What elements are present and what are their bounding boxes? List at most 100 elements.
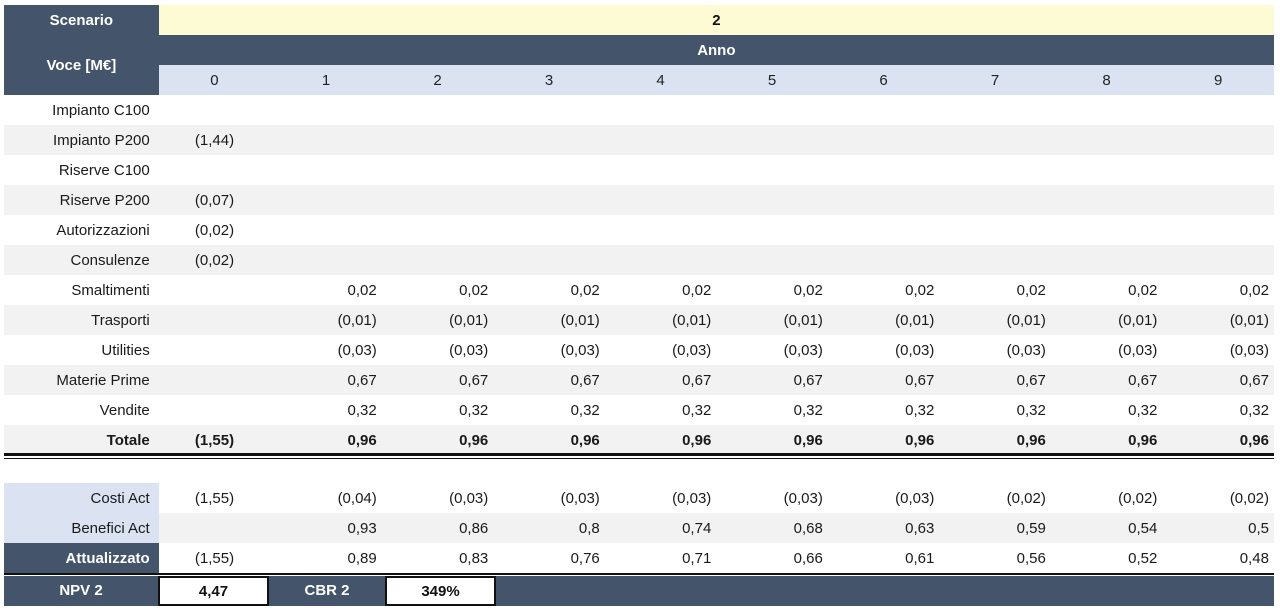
value-cell[interactable]: [270, 125, 382, 155]
value-cell[interactable]: 0,67: [381, 365, 494, 395]
value-cell[interactable]: [381, 95, 494, 125]
actualized-value-cell[interactable]: 0,63: [827, 513, 940, 543]
value-cell[interactable]: [939, 245, 1051, 275]
value-cell[interactable]: [827, 95, 940, 125]
value-cell[interactable]: (0,01): [270, 305, 382, 335]
value-cell[interactable]: [1162, 185, 1274, 215]
actualized-value-cell[interactable]: (0,02): [1050, 483, 1163, 513]
actualized-value-cell[interactable]: 0,86: [381, 513, 494, 543]
value-cell[interactable]: 0,02: [939, 275, 1051, 305]
value-cell[interactable]: (0,02): [158, 245, 271, 275]
value-cell[interactable]: [493, 155, 605, 185]
total-value-cell[interactable]: 0,96: [1162, 425, 1274, 455]
actualized-value-cell[interactable]: (0,03): [604, 483, 717, 513]
value-cell[interactable]: [493, 245, 605, 275]
value-cell[interactable]: 0,67: [493, 365, 605, 395]
actualized-value-cell[interactable]: (0,02): [939, 483, 1051, 513]
value-cell[interactable]: [716, 245, 828, 275]
value-cell[interactable]: [939, 215, 1051, 245]
value-cell[interactable]: [158, 275, 271, 305]
value-cell[interactable]: [939, 185, 1051, 215]
value-cell[interactable]: 0,02: [1050, 275, 1163, 305]
value-cell[interactable]: [827, 125, 940, 155]
total-value-cell[interactable]: (1,55): [158, 425, 271, 455]
value-cell[interactable]: [604, 215, 717, 245]
value-cell[interactable]: (0,01): [939, 305, 1051, 335]
value-cell[interactable]: [604, 155, 717, 185]
value-cell[interactable]: [158, 395, 271, 425]
value-cell[interactable]: [158, 365, 271, 395]
actualized-value-cell[interactable]: 0,5: [1162, 513, 1274, 543]
value-cell[interactable]: (0,01): [493, 305, 605, 335]
actualized-value-cell[interactable]: (0,03): [381, 483, 494, 513]
value-cell[interactable]: (0,01): [827, 305, 940, 335]
value-cell[interactable]: [716, 95, 828, 125]
value-cell[interactable]: 0,32: [716, 395, 828, 425]
value-cell[interactable]: [381, 215, 494, 245]
actualized-value-cell[interactable]: (0,02): [1162, 483, 1274, 513]
value-cell[interactable]: 0,02: [493, 275, 605, 305]
value-cell[interactable]: [827, 245, 940, 275]
value-cell[interactable]: (0,03): [604, 335, 717, 365]
value-cell[interactable]: [158, 95, 271, 125]
value-cell[interactable]: 0,02: [381, 275, 494, 305]
actualized-value-cell[interactable]: 0,74: [604, 513, 717, 543]
value-cell[interactable]: 0,02: [1162, 275, 1274, 305]
value-cell[interactable]: [270, 215, 382, 245]
actualized-value-cell[interactable]: (0,04): [270, 483, 382, 513]
value-cell[interactable]: [1162, 215, 1274, 245]
actualized-value-cell[interactable]: 0,93: [270, 513, 382, 543]
value-cell[interactable]: 0,02: [716, 275, 828, 305]
value-cell[interactable]: [381, 125, 494, 155]
value-cell[interactable]: 0,02: [270, 275, 382, 305]
value-cell[interactable]: 0,67: [716, 365, 828, 395]
value-cell[interactable]: [716, 155, 828, 185]
value-cell[interactable]: (1,44): [158, 125, 271, 155]
value-cell[interactable]: (0,03): [1162, 335, 1274, 365]
value-cell[interactable]: 0,32: [1162, 395, 1274, 425]
actualized-value-cell[interactable]: 0,59: [939, 513, 1051, 543]
actualized-value-cell[interactable]: (0,03): [493, 483, 605, 513]
value-cell[interactable]: [493, 125, 605, 155]
value-cell[interactable]: [604, 185, 717, 215]
attualizzato-value-cell[interactable]: 0,52: [1050, 543, 1163, 573]
value-cell[interactable]: [716, 185, 828, 215]
value-cell[interactable]: [827, 155, 940, 185]
value-cell[interactable]: [1162, 245, 1274, 275]
attualizzato-value-cell[interactable]: (1,55): [158, 543, 271, 573]
total-value-cell[interactable]: 0,96: [381, 425, 494, 455]
scenario-value[interactable]: 2: [158, 5, 1274, 35]
attualizzato-value-cell[interactable]: 0,76: [493, 543, 605, 573]
actualized-value-cell[interactable]: (0,03): [827, 483, 940, 513]
value-cell[interactable]: 0,67: [604, 365, 717, 395]
attualizzato-value-cell[interactable]: 0,83: [381, 543, 494, 573]
total-value-cell[interactable]: 0,96: [270, 425, 382, 455]
npv-value-cell[interactable]: 4,47: [158, 576, 269, 606]
value-cell[interactable]: 0,32: [1050, 395, 1163, 425]
value-cell[interactable]: 0,67: [1162, 365, 1274, 395]
total-value-cell[interactable]: 0,96: [604, 425, 717, 455]
value-cell[interactable]: (0,01): [604, 305, 717, 335]
value-cell[interactable]: [493, 185, 605, 215]
total-value-cell[interactable]: 0,96: [827, 425, 940, 455]
value-cell[interactable]: [1050, 215, 1163, 245]
value-cell[interactable]: (0,03): [827, 335, 940, 365]
value-cell[interactable]: [604, 245, 717, 275]
value-cell[interactable]: [1162, 95, 1274, 125]
value-cell[interactable]: [716, 215, 828, 245]
total-value-cell[interactable]: 0,96: [716, 425, 828, 455]
value-cell[interactable]: [381, 245, 494, 275]
value-cell[interactable]: [270, 185, 382, 215]
value-cell[interactable]: (0,01): [1050, 305, 1163, 335]
value-cell[interactable]: 0,32: [381, 395, 494, 425]
value-cell[interactable]: 0,32: [827, 395, 940, 425]
value-cell[interactable]: 0,32: [493, 395, 605, 425]
value-cell[interactable]: [1162, 125, 1274, 155]
value-cell[interactable]: 0,67: [270, 365, 382, 395]
value-cell[interactable]: [827, 185, 940, 215]
value-cell[interactable]: 0,32: [270, 395, 382, 425]
value-cell[interactable]: (0,03): [716, 335, 828, 365]
value-cell[interactable]: (0,02): [158, 215, 271, 245]
attualizzato-value-cell[interactable]: 0,48: [1162, 543, 1274, 573]
value-cell[interactable]: [158, 155, 271, 185]
